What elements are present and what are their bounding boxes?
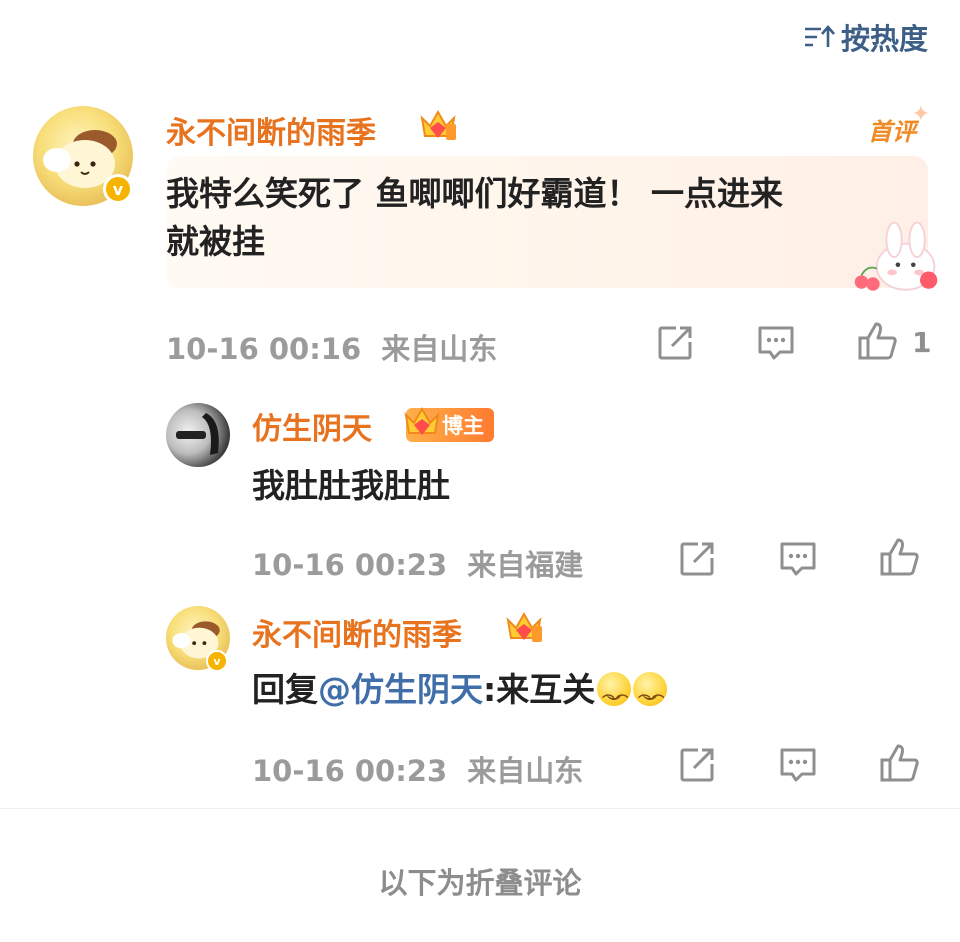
sort-icon xyxy=(804,25,835,47)
crown-icon xyxy=(506,611,542,642)
reply-location: 来自福建 xyxy=(467,548,584,582)
comment-username[interactable]: 永不间断的雨季 xyxy=(166,108,376,152)
comment-meta: 10-16 00:16 来自山东 xyxy=(166,326,497,368)
reply-location: 来自山东 xyxy=(467,754,584,788)
share-button[interactable] xyxy=(678,540,716,578)
reply-button[interactable] xyxy=(778,746,818,784)
like-button[interactable] xyxy=(878,742,920,784)
comment-time: 10-16 00:16 xyxy=(166,332,362,366)
comment-icon xyxy=(780,542,816,576)
reply-button[interactable] xyxy=(778,540,818,578)
share-icon xyxy=(658,326,692,360)
reply-time: 10-16 00:23 xyxy=(252,548,448,582)
folded-comments-link[interactable]: 以下为折叠评论 xyxy=(0,860,960,902)
divider xyxy=(0,808,960,809)
sort-label: 按热度 xyxy=(840,22,928,56)
reply-button[interactable] xyxy=(756,324,796,362)
avatar[interactable] xyxy=(166,403,230,467)
first-comment-badge: 首评 ✦ xyxy=(868,102,930,146)
reply-body: :来互关 xyxy=(483,670,596,709)
thumbs-up-icon xyxy=(858,322,897,360)
comment-location: 来自山东 xyxy=(381,332,498,366)
crown-icon xyxy=(420,109,456,140)
comment-icon xyxy=(758,326,794,360)
reply-prefix: 回复 xyxy=(252,670,318,709)
smile-emoji-icon xyxy=(633,672,668,725)
share-icon xyxy=(680,748,714,782)
reply-text: 我肚肚我肚肚 xyxy=(252,466,450,505)
bunny-sticker-icon xyxy=(854,221,938,291)
reply-text: 回复@仿生阴天:来互关 xyxy=(252,666,668,725)
smile-emoji-icon xyxy=(597,672,632,725)
thumbs-up-icon xyxy=(880,744,919,782)
like-count: 1 xyxy=(912,326,932,359)
crown-icon xyxy=(404,406,440,435)
verified-icon: v xyxy=(103,174,133,204)
reply-username[interactable]: 仿生阴天 xyxy=(252,404,372,448)
reply-username[interactable]: 永不间断的雨季 xyxy=(252,610,462,654)
share-icon xyxy=(680,542,714,576)
verified-icon: v xyxy=(206,650,228,672)
thumbs-up-icon xyxy=(880,538,919,576)
sort-by-hot-button[interactable]: 按热度 xyxy=(803,16,928,58)
like-button[interactable] xyxy=(856,320,898,362)
blogger-badge: 博主 xyxy=(404,406,494,442)
comment-text: 我特么笑死了 鱼唧唧们好霸道！ 一点进来 就被挂 xyxy=(166,174,783,261)
share-button[interactable] xyxy=(656,324,694,362)
mention-link[interactable]: @仿生阴天 xyxy=(318,670,483,709)
share-button[interactable] xyxy=(678,746,716,784)
comment-icon xyxy=(780,748,816,782)
reply-time: 10-16 00:23 xyxy=(252,754,448,788)
reply-meta: 10-16 00:23 来自福建 xyxy=(252,542,583,584)
reply-meta: 10-16 00:23 来自山东 xyxy=(252,748,583,790)
like-button[interactable] xyxy=(878,536,920,578)
